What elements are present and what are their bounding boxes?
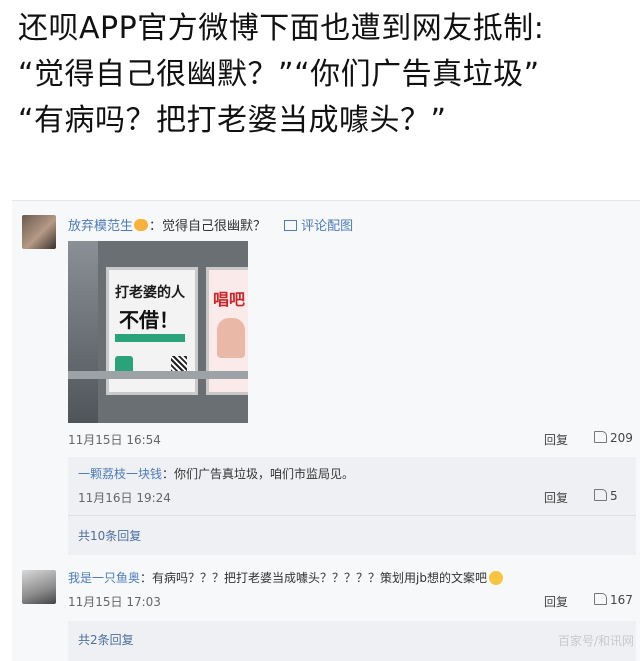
comment-picture-link[interactable]: 评论配图 bbox=[284, 219, 353, 234]
comment-header: 我是一只鱼奥：有病吗？？？把打老婆当成噱头？？？？？策划用jb想的文案吧 bbox=[68, 569, 503, 586]
thumbs-up-icon bbox=[594, 593, 607, 605]
picture-link-label: 评论配图 bbox=[301, 219, 354, 234]
username-link[interactable]: 放弃模范生 bbox=[68, 219, 133, 234]
like-button[interactable]: 209 bbox=[594, 431, 633, 445]
elevator-wall bbox=[68, 241, 98, 423]
view-more-replies-link[interactable]: 共2条回复 bbox=[78, 631, 134, 648]
comment-header: 放弃模范生 ：觉得自己很幽默？ 评论配图 bbox=[68, 215, 353, 234]
side-poster-face bbox=[217, 318, 245, 358]
reply-thread: 共2条回复 bbox=[68, 621, 636, 661]
watermark: 百家号/和讯网 bbox=[557, 634, 634, 648]
elevator-rail bbox=[68, 371, 248, 379]
reply-thread: 一颗荔枝一块钱：你们广告真垃圾，咱们市监局见。 11月16日 19:24 回复 … bbox=[68, 457, 636, 555]
reply-item: 一颗荔枝一块钱：你们广告真垃圾，咱们市监局见。 bbox=[78, 465, 354, 482]
comment-text: ：觉得自己很幽默？ bbox=[149, 219, 267, 234]
view-more-replies-link[interactable]: 共10条回复 bbox=[78, 527, 141, 544]
thumbs-up-icon bbox=[594, 489, 607, 501]
username-link[interactable]: 我是一只鱼奥 bbox=[68, 571, 140, 585]
like-count: 167 bbox=[610, 593, 633, 607]
comment-text: ：有病吗？？？把打老婆当成噱头？？？？？策划用jb想的文案吧 bbox=[140, 571, 487, 585]
reply-reply-button[interactable]: 回复 bbox=[544, 489, 568, 506]
like-count: 209 bbox=[610, 431, 633, 445]
thumbs-up-icon bbox=[594, 431, 607, 443]
reply-button[interactable]: 回复 bbox=[544, 431, 568, 448]
headline-line-2: “觉得自己很幽默？”“你们广告真垃圾” bbox=[18, 57, 540, 92]
divider bbox=[68, 515, 636, 516]
comment-time: 11月15日 17:03 bbox=[68, 595, 161, 609]
headline: 还呗APP官方微博下面也遭到网友抵制: “觉得自己很幽默？”“你们广告真垃圾” … bbox=[18, 6, 630, 144]
avatar[interactable] bbox=[22, 215, 56, 249]
avatar[interactable] bbox=[22, 570, 56, 604]
reply-time: 11月16日 19:24 bbox=[78, 491, 171, 505]
side-poster-text: 唱吧 bbox=[213, 290, 246, 309]
vip-badge-icon bbox=[134, 219, 149, 231]
reply-like-button[interactable]: 5 bbox=[594, 489, 618, 503]
qr-code-icon bbox=[171, 356, 187, 372]
poster-green-bar bbox=[115, 334, 185, 342]
reply-username-link[interactable]: 一颗荔枝一块钱 bbox=[78, 467, 162, 481]
comments-panel: 放弃模范生 ：觉得自己很幽默？ 评论配图 打老婆的人 不借！ 唱吧 11月15日 … bbox=[12, 200, 640, 661]
smiley-emoji-icon bbox=[488, 571, 503, 585]
reply-like-count: 5 bbox=[610, 489, 618, 503]
reply-button[interactable]: 回复 bbox=[544, 593, 568, 610]
picture-icon bbox=[284, 220, 298, 231]
poster-big-text: 不借！ bbox=[119, 308, 179, 332]
like-button[interactable]: 167 bbox=[594, 593, 633, 607]
comment-time: 11月15日 16:54 bbox=[68, 433, 161, 447]
headline-line-1: 还呗APP官方微博下面也遭到网友抵制: bbox=[18, 11, 545, 46]
headline-line-3: “有病吗？把打老婆当成噱头？” bbox=[18, 103, 447, 138]
reply-text: ：你们广告真垃圾，咱们市监局见。 bbox=[162, 467, 355, 481]
comment-photo[interactable]: 打老婆的人 不借！ 唱吧 bbox=[68, 241, 248, 423]
poster-title: 打老婆的人 bbox=[115, 285, 185, 301]
